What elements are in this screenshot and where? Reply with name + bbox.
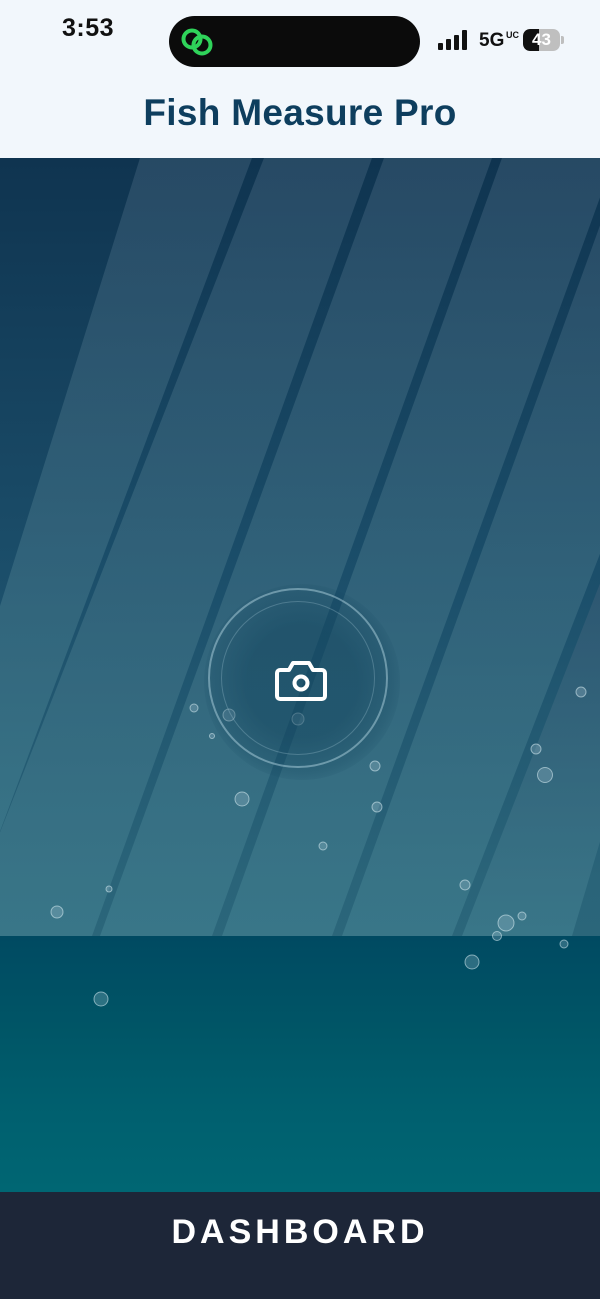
dynamic-island — [169, 16, 420, 67]
battery-tip — [561, 36, 564, 44]
status-bar: 3:53 5G UC 43 — [0, 0, 600, 80]
link-icon — [181, 28, 213, 56]
status-time: 3:53 — [62, 14, 115, 42]
page-title: Fish Measure Pro — [143, 92, 457, 133]
camera-capture-button[interactable] — [208, 588, 388, 768]
bottom-bar: DASHBOARD — [0, 1192, 600, 1299]
network-label: 5G — [479, 30, 505, 51]
app-root: 3:53 5G UC 43 Fish Measure Pro DASHBOARD — [0, 0, 600, 1299]
network-suffix: UC — [506, 30, 519, 40]
battery-icon: 43 — [523, 29, 560, 51]
camera-icon — [275, 661, 327, 701]
underwater-scene — [0, 158, 600, 1192]
dashboard-button[interactable]: DASHBOARD — [0, 1192, 600, 1272]
app-header: Fish Measure Pro — [0, 80, 600, 158]
battery-level: 43 — [532, 30, 551, 49]
signal-icon — [438, 30, 467, 50]
